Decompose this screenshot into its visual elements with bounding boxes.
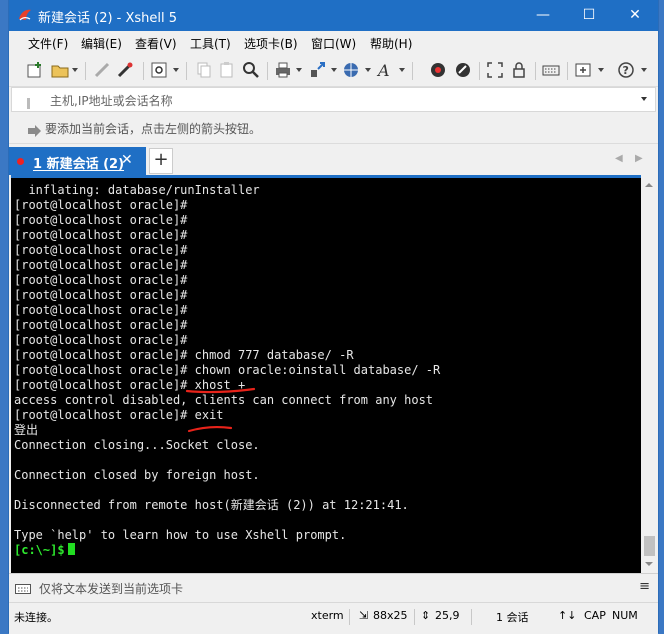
toolbar-separator: [535, 62, 536, 80]
lock-icon[interactable]: [510, 61, 530, 81]
xshell-window: 新建会话 (2) - Xshell 5 — ☐ ✕ 文件(F) 编辑(E) 查看…: [8, 0, 659, 634]
compose-keyboard-icon[interactable]: [15, 581, 31, 595]
find-icon[interactable]: [242, 61, 262, 81]
font-dropdown-icon[interactable]: [399, 68, 405, 72]
menu-help[interactable]: 帮助(H): [370, 35, 412, 52]
num-lock-indicator: NUM: [612, 609, 638, 622]
xshell-logo-icon: [17, 7, 33, 23]
menu-tabs[interactable]: 选项卡(B): [244, 35, 298, 52]
transfer-status-icon: ↑↓: [558, 609, 577, 622]
menu-edit[interactable]: 编辑(E): [81, 35, 122, 52]
tab-prev-icon[interactable]: ◀: [615, 153, 623, 164]
toolbar-separator: [186, 62, 187, 80]
cursor-icon: ⇕: [421, 609, 431, 622]
svg-text:A: A: [376, 61, 390, 79]
toolbar-separator: [267, 62, 268, 80]
menu-window[interactable]: 窗口(W): [311, 35, 356, 52]
toolbar-separator: [143, 62, 144, 80]
add-session-arrow-icon[interactable]: [28, 122, 42, 137]
maximize-button[interactable]: ☐: [566, 0, 612, 31]
caps-lock-indicator: CAP: [584, 609, 606, 622]
terminal-type: xterm: [311, 609, 344, 622]
compose-menu-icon[interactable]: ≡: [639, 579, 650, 594]
scroll-down-icon[interactable]: [645, 562, 653, 566]
compose-target-text: 仅将文本发送到当前选项卡: [39, 582, 184, 596]
menu-view[interactable]: 查看(V): [135, 35, 177, 52]
menu-bar: 文件(F) 编辑(E) 查看(V) 工具(T) 选项卡(B) 窗口(W) 帮助(…: [9, 31, 658, 55]
red-annotation-overlay: [185, 387, 256, 433]
globe-dropdown-icon[interactable]: [365, 68, 371, 72]
copy-icon[interactable]: [195, 61, 215, 81]
tab-session-1[interactable]: 1 新建会话 (2) ✕: [9, 147, 146, 175]
compose-bar[interactable]: 仅将文本发送到当前选项卡 ≡: [9, 573, 658, 602]
menu-tools[interactable]: 工具(T): [190, 35, 231, 52]
open-folder-icon[interactable]: [51, 61, 71, 81]
status-separator: [414, 609, 415, 625]
minimize-button[interactable]: —: [520, 0, 566, 31]
session-count: 1 会话: [496, 611, 529, 624]
scroll-thumb[interactable]: [644, 536, 655, 556]
properties-icon[interactable]: [150, 61, 170, 81]
svg-text:?: ?: [623, 64, 629, 77]
terminal-scrollbar[interactable]: [641, 178, 658, 572]
disconnected-status-icon: [17, 158, 24, 165]
tab-close-icon[interactable]: ✕: [121, 152, 133, 168]
cursor-position: 25,9: [435, 609, 460, 622]
toolbar-separator: [567, 62, 568, 80]
status-bar: 未连接。 xterm ⇲ 88x25 ⇕ 25,9 1 会话 ↑↓ CAP NU…: [9, 602, 658, 634]
globe-icon[interactable]: [342, 61, 362, 81]
transfer-icon[interactable]: [309, 61, 329, 81]
underline-exit: [187, 425, 233, 433]
xftp-icon[interactable]: [429, 61, 449, 81]
properties-dropdown-icon[interactable]: [173, 68, 179, 72]
status-separator: [349, 609, 350, 625]
size-icon: ⇲: [359, 609, 369, 622]
toolbar-separator: [412, 62, 413, 80]
paste-icon[interactable]: [218, 61, 238, 81]
xmanager-icon[interactable]: [454, 61, 474, 81]
keyboard-icon[interactable]: [542, 61, 562, 81]
window-title: 新建会话 (2) - Xshell 5: [38, 11, 178, 26]
toolbar-separator: [85, 62, 86, 80]
print-dropdown-icon[interactable]: [296, 68, 302, 72]
session-hint-bar: 要添加当前会话，点击左侧的箭头按钮。: [9, 112, 658, 144]
disconnect-icon[interactable]: [93, 61, 113, 81]
underline-xhost: [185, 387, 256, 394]
toolbar: A ?: [9, 55, 658, 87]
status-separator: [471, 609, 472, 625]
tab-bar: 1 新建会话 (2) ✕ + ◀ ▶: [9, 145, 658, 175]
address-dropdown-icon[interactable]: [641, 97, 647, 101]
reconnect-icon[interactable]: [116, 61, 136, 81]
new-tab-dropdown-icon[interactable]: [598, 68, 604, 72]
tab-next-icon[interactable]: ▶: [635, 153, 643, 164]
print-icon[interactable]: [274, 61, 294, 81]
new-tab-icon[interactable]: [574, 61, 594, 81]
fullscreen-icon[interactable]: [486, 61, 506, 81]
terminal-output[interactable]: inflating: database/runInstaller [root@l…: [11, 175, 641, 575]
connection-status: 未连接。: [14, 611, 58, 624]
host-indicator-icon: [23, 94, 34, 109]
menu-file[interactable]: 文件(F): [28, 35, 68, 52]
scroll-up-icon[interactable]: [645, 183, 653, 187]
help-dropdown-icon[interactable]: [641, 68, 647, 72]
new-session-icon[interactable]: [26, 61, 46, 81]
add-tab-button[interactable]: +: [149, 148, 173, 174]
terminal-size: 88x25: [373, 609, 408, 622]
session-hint-text: 要添加当前会话，点击左侧的箭头按钮。: [45, 122, 262, 136]
tab-label: 1 新建会话 (2): [33, 157, 125, 172]
title-bar[interactable]: 新建会话 (2) - Xshell 5 — ☐ ✕: [9, 0, 658, 31]
address-placeholder: 主机,IP地址或会话名称: [50, 94, 173, 108]
font-icon[interactable]: A: [376, 61, 396, 81]
open-dropdown-icon[interactable]: [72, 68, 78, 72]
address-bar[interactable]: 主机,IP地址或会话名称: [11, 87, 656, 112]
toolbar-separator: [479, 62, 480, 80]
close-button[interactable]: ✕: [612, 0, 658, 31]
transfer-dropdown-icon[interactable]: [331, 68, 337, 72]
help-icon[interactable]: ?: [617, 61, 637, 81]
